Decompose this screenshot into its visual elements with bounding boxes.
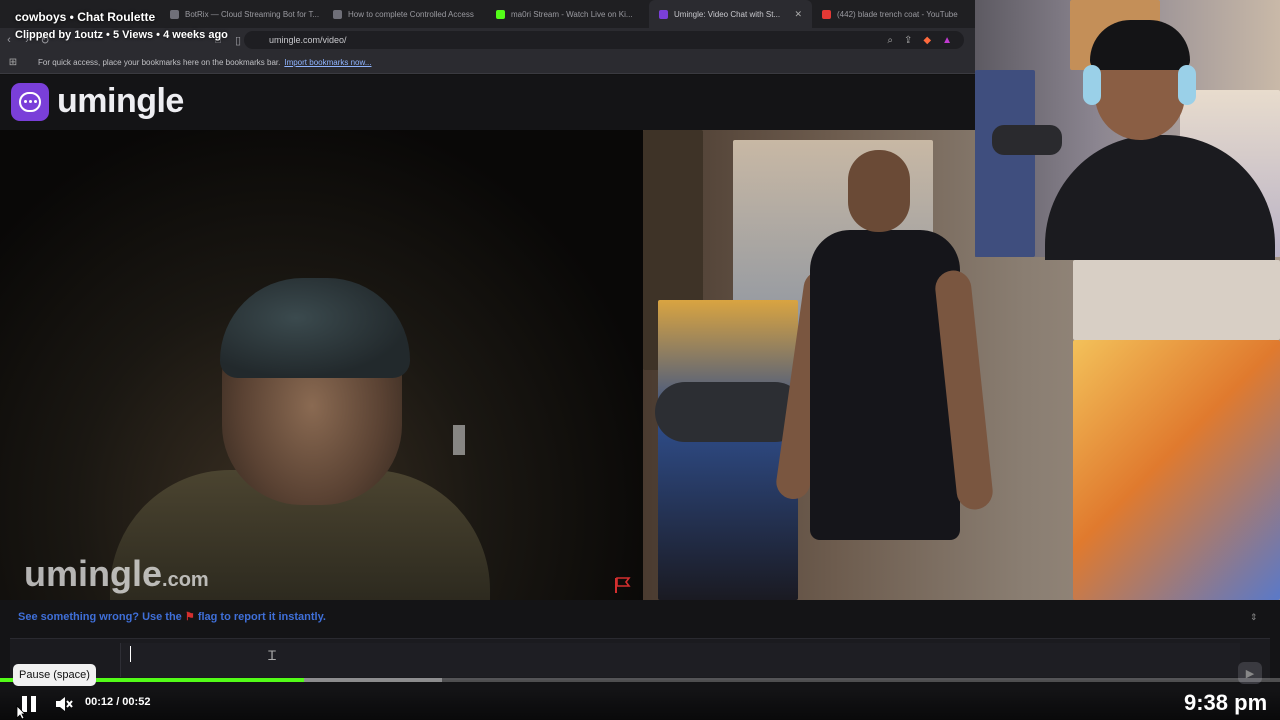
tab-favicon-icon [822,9,831,19]
flag-icon: ⚑ [184,611,195,623]
browser-tab[interactable]: How to complete Controlled Access [323,0,486,28]
rewards-icon[interactable]: ▲ [942,35,952,46]
stream-frame: BotRix — Cloud Streaming Bot for T... Ho… [0,0,1280,720]
bookmarks-bar: ⊞ For quick access, place your bookmarks… [0,52,975,74]
brave-shield-icon[interactable]: ◆ [923,35,931,46]
import-bookmarks-link[interactable]: Import bookmarks now... [284,58,371,67]
chat-input[interactable] [120,643,1240,677]
clock-overlay: 9:38 pm [1184,690,1268,715]
muted-speaker-icon[interactable] [54,694,74,714]
self-face [848,150,910,232]
zoom-icon[interactable]: ⌕ [887,35,893,46]
headphone-left [1083,65,1101,105]
url-field[interactable]: umingle.com/video/ ⌕ ⇪ ◆ ▲ [244,31,964,49]
chat-bubble-icon [11,82,49,121]
mouse-pointer-icon [16,705,26,720]
tab-favicon-icon [496,9,505,19]
close-tab-icon[interactable]: ✕ [794,9,802,20]
anime-poster [1073,260,1280,340]
pause-tooltip: Pause (space) [13,664,96,686]
umingle-logo[interactable]: umingle [11,82,184,121]
progress-bar[interactable] [0,678,1280,682]
browser-tab[interactable]: ma0ri Stream - Watch Live on Ki... [486,0,649,28]
self-body [810,230,960,540]
scroll-arrows-icon[interactable]: ⇕ [1250,612,1258,623]
streamer-microphone [992,125,1062,155]
player-controls-overlay [0,688,1280,720]
report-hint: See something wrong? Use the ⚑ flag to r… [18,611,326,623]
clip-meta: Clipped by 1outz • 5 Views • 4 weeks ago [15,29,228,41]
time-display: 00:12 / 00:52 [85,696,151,708]
report-flag-icon[interactable] [614,577,632,593]
tab-favicon-icon [659,9,668,19]
browser-tab[interactable]: (442) blade trench coat - YouTube [812,0,975,28]
headphone-right [1178,65,1196,105]
tab-favicon-icon [170,9,179,19]
tab-favicon-icon [333,9,342,19]
text-caret [130,646,131,662]
anime-poster [975,70,1035,257]
apps-grid-icon[interactable]: ⊞ [0,57,26,68]
umingle-watermark: umingle.com [24,553,209,594]
arcade-cabinet [658,300,798,600]
background-light [453,425,465,455]
clip-title: cowboys • Chat Roulette [15,10,156,24]
share-icon[interactable]: ⇪ [904,35,912,46]
anime-poster [1073,340,1280,600]
browser-tab[interactable]: BotRix — Cloud Streaming Bot for T... [160,0,323,28]
browser-tab-active[interactable]: Umingle: Video Chat with St... ✕ [649,0,812,28]
text-cursor-icon: Ꮖ [268,648,277,663]
